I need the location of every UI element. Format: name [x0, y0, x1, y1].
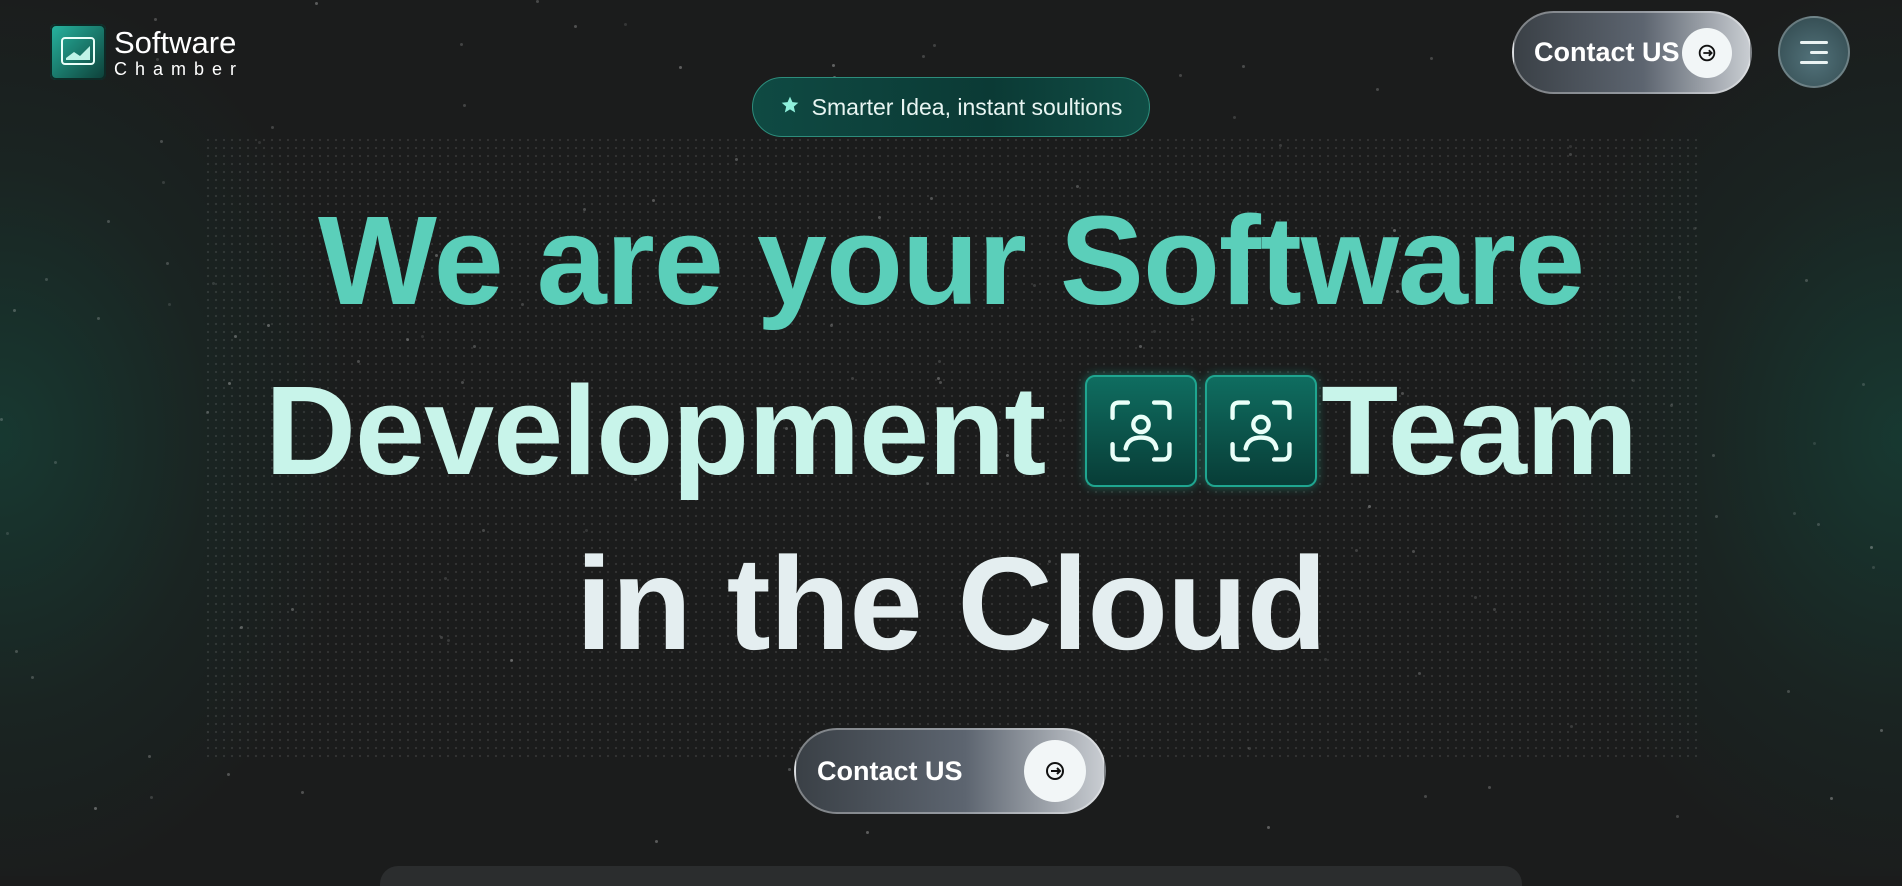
- sparkle-dot: [6, 532, 9, 535]
- next-section-edge: [380, 866, 1522, 886]
- sparkle-dot: [473, 345, 476, 348]
- sparkle-dot: [1488, 786, 1491, 789]
- sparkle-dot: [267, 324, 270, 327]
- sparkle-dot: [1242, 65, 1245, 68]
- sparkle-dot: [1279, 144, 1282, 147]
- sparkle-dot: [162, 181, 165, 184]
- sparkle-dot: [1430, 57, 1433, 60]
- sparkle-dot: [1715, 515, 1718, 518]
- arrow-in-circle-icon: [1024, 740, 1086, 802]
- sparkle-dot: [922, 55, 925, 58]
- contact-button-hero[interactable]: Contact US: [794, 728, 1106, 814]
- sparkle-dot: [624, 23, 627, 26]
- hero-line-1: We are your Software: [317, 190, 1585, 331]
- sparkle-dot: [1368, 505, 1371, 508]
- contact-button-header[interactable]: Contact US: [1512, 11, 1752, 94]
- face-scan-icon: [1085, 375, 1198, 487]
- menu-line: [1800, 40, 1828, 44]
- sparkle-dot: [227, 773, 230, 776]
- sparkle-dot: [482, 529, 485, 532]
- sparkle-dot: [1139, 345, 1142, 348]
- hero-line-2: Development Team: [0, 368, 1902, 494]
- sparkle-dot: [1787, 690, 1790, 693]
- sparkle-dot: [1569, 153, 1572, 156]
- sparkle-dot: [655, 840, 658, 843]
- sparkle-dot: [234, 335, 237, 338]
- sparkle-dot: [1233, 116, 1236, 119]
- tagline-badge: Smarter Idea, instant soultions: [752, 77, 1150, 137]
- logo[interactable]: Software Chamber: [50, 24, 244, 80]
- hero-word-development: Development: [264, 360, 1046, 501]
- face-scan-icon: [1205, 375, 1318, 487]
- hamburger-menu-button[interactable]: [1778, 16, 1850, 88]
- sparkle-dot: [258, 141, 261, 144]
- sparkle-dot: [1376, 88, 1379, 91]
- hero-line-3: in the Cloud: [575, 530, 1328, 677]
- sparkle-dot: [1817, 523, 1820, 526]
- sparkle-dot: [463, 104, 466, 107]
- sparkle-dot: [1424, 795, 1427, 798]
- sparkle-dot: [1880, 729, 1883, 732]
- sparkle-dot: [536, 0, 539, 3]
- sparkle-dot: [866, 831, 869, 834]
- sparkle-dot: [1570, 725, 1573, 728]
- sparkle-dot: [1267, 826, 1270, 829]
- logo-subtitle: Chamber: [114, 58, 245, 79]
- sparkle-dot: [735, 158, 738, 161]
- sparkle-dot: [150, 796, 153, 799]
- contact-button-label: Contact US: [1534, 37, 1680, 67]
- logo-title: Software: [114, 24, 237, 60]
- hero-word-team: Team: [1321, 360, 1638, 501]
- sparkle-dot: [1418, 672, 1421, 675]
- sparkle-dot: [1793, 512, 1796, 515]
- arrow-in-circle-icon: [1682, 27, 1732, 78]
- sparkle-dot: [460, 43, 463, 46]
- sparkle-dot: [1830, 797, 1833, 800]
- sparkle-dot: [301, 791, 304, 794]
- sparkle-dot: [421, 335, 424, 338]
- sparkle-dot: [154, 18, 157, 21]
- menu-line: [1810, 50, 1828, 54]
- sparkle-dot: [933, 44, 936, 47]
- sparkle-dot: [406, 338, 409, 341]
- sparkle-dot: [315, 2, 318, 5]
- sparkle-dot: [160, 140, 163, 143]
- logo-icon: [50, 24, 106, 80]
- menu-line: [1800, 60, 1828, 64]
- sparkle-dot: [574, 25, 577, 28]
- sparkle-dot: [31, 676, 34, 679]
- sparkle-dot: [1179, 74, 1182, 77]
- sparkle-dot: [832, 64, 835, 67]
- sparkle-dot: [271, 126, 274, 129]
- tagline-text: Smarter Idea, instant soultions: [811, 93, 1123, 120]
- star-icon: [780, 94, 800, 121]
- contact-button-label: Contact US: [817, 755, 963, 786]
- sparkle-dot: [1676, 815, 1679, 818]
- sparkle-dot: [788, 768, 791, 771]
- sparkle-dot: [1248, 747, 1251, 750]
- sparkle-dot: [1076, 185, 1079, 188]
- sparkle-dot: [148, 755, 151, 758]
- sparkle-dot: [1569, 145, 1572, 148]
- sparkle-dot: [679, 66, 682, 69]
- sparkle-dot: [94, 807, 97, 810]
